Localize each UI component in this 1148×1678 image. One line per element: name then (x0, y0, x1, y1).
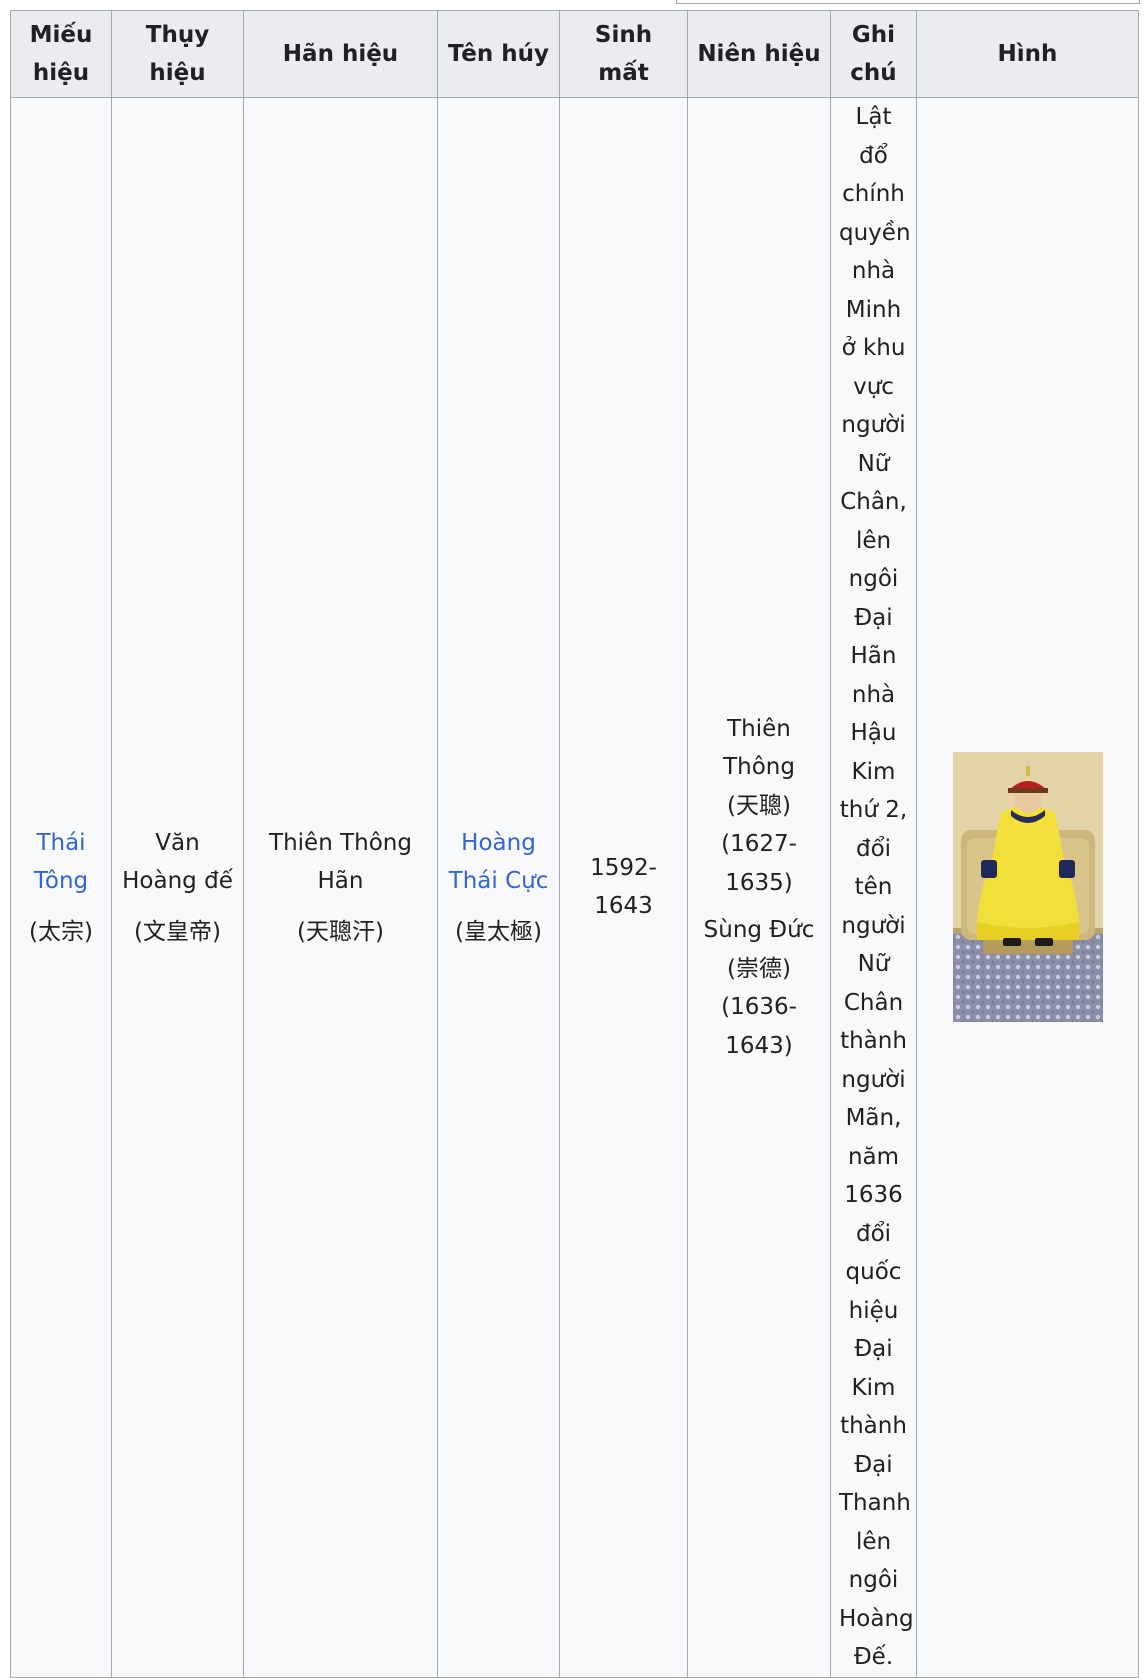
lifespan-cell: 1592-1643 (559, 97, 688, 1678)
personal-name-cell: Hoàng Thái Cực (皇太極) (437, 97, 560, 1678)
era-name: Thiên Thông (723, 715, 795, 781)
top-edge-box (676, 0, 1140, 4)
khan-title-cell: Thiên Thông Hãn (天聰汗) (243, 97, 438, 1678)
emperor-portrait-image[interactable] (952, 752, 1103, 1023)
era-years: (1627-1635) (721, 831, 797, 896)
header-personal-name: Tên húy (437, 10, 560, 98)
notes-text: Lật đổ chính quyền nhà Minh ở khu vực ng… (839, 104, 914, 1670)
header-notes: Ghi chú (830, 10, 917, 98)
era-entry: Sùng Đức (崇德) (1636-1643) (696, 911, 822, 1065)
khan-title: Thiên Thông Hãn (269, 829, 412, 895)
era-entry: Thiên Thông (天聰) (1627-1635) (696, 710, 822, 903)
notes-cell: Lật đổ chính quyền nhà Minh ở khu vực ng… (830, 97, 917, 1678)
header-image: Hình (916, 10, 1139, 98)
personal-name-link[interactable]: Hoàng Thái Cực (446, 824, 551, 901)
header-era-names: Niên hiệu (687, 10, 831, 98)
header-khan-title: Hãn hiệu (243, 10, 438, 98)
era-name: Sùng Đức (703, 917, 815, 943)
posthumous-name: Văn Hoàng đế (122, 829, 233, 895)
temple-name-link[interactable]: Thái Tông (19, 824, 103, 901)
personal-name-cjk: (皇太極) (455, 918, 542, 945)
posthumous-name-cjk: (文皇帝) (134, 918, 221, 945)
lifespan: 1592-1643 (590, 854, 657, 920)
era-names-cell: Thiên Thông (天聰) (1627-1635) Sùng Đức (崇… (687, 97, 831, 1678)
header-posthumous-name: Thụy hiệu (111, 10, 244, 98)
header-temple-name: Miếu hiệu (10, 10, 112, 98)
temple-name-cjk: (太宗) (29, 918, 93, 945)
temple-name-cell: Thái Tông (太宗) (10, 97, 112, 1678)
era-name-cjk: (天聰) (727, 792, 791, 819)
header-lifespan: Sinh mất (559, 10, 688, 98)
table-row: Thái Tông (太宗) Văn Hoàng đế (文皇帝) Thiên … (10, 97, 1139, 1678)
posthumous-name-cell: Văn Hoàng đế (文皇帝) (111, 97, 244, 1678)
image-cell (916, 97, 1139, 1678)
era-years: (1636-1643) (721, 994, 797, 1059)
emperor-table: Miếu hiệu Thụy hiệu Hãn hiệu Tên húy Sin… (10, 10, 1139, 1678)
khan-title-cjk: (天聰汗) (297, 918, 384, 945)
header-row: Miếu hiệu Thụy hiệu Hãn hiệu Tên húy Sin… (10, 10, 1139, 98)
era-name-cjk: (崇德) (727, 955, 791, 982)
